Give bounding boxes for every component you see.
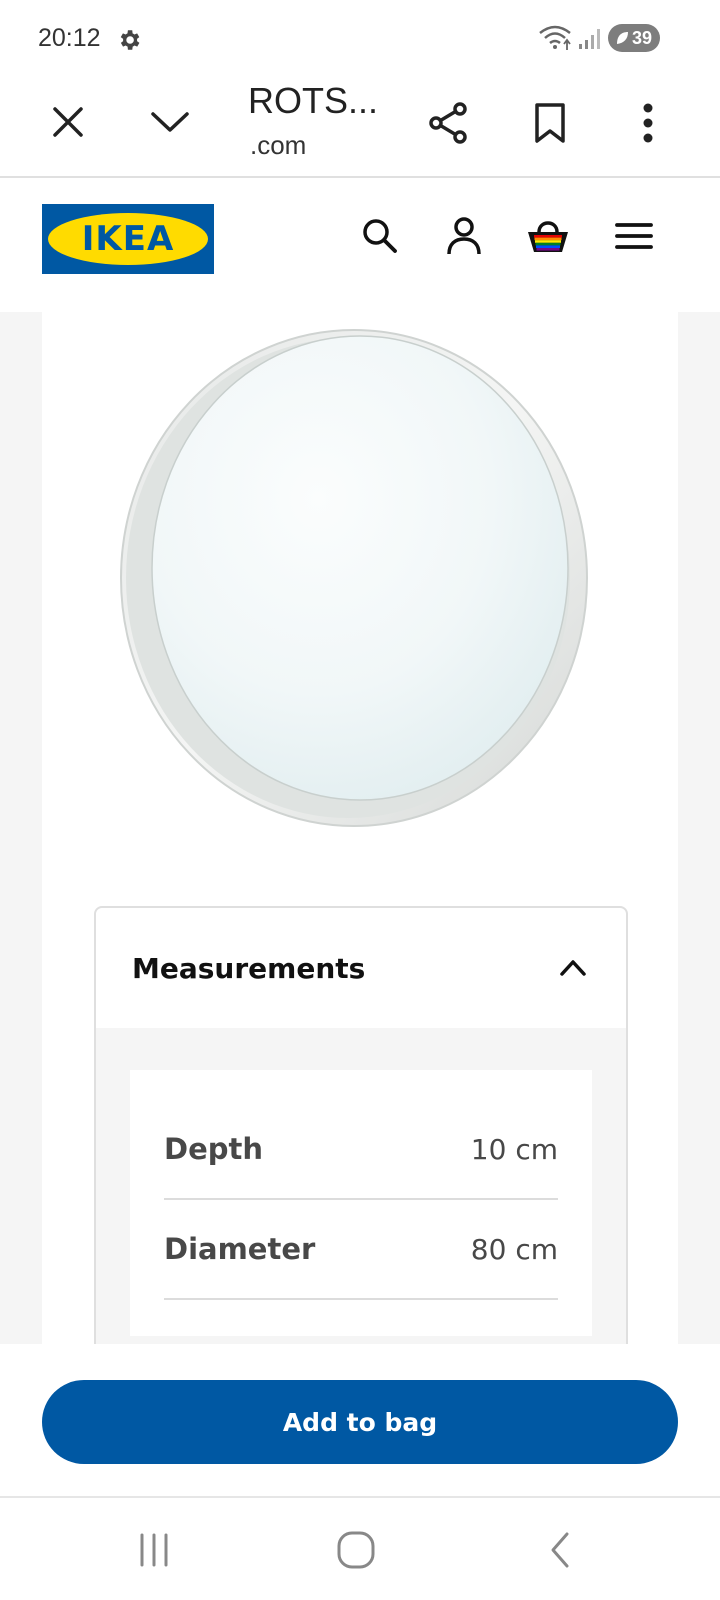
logo-text: IKEA	[81, 219, 175, 259]
bookmark-button[interactable]	[526, 98, 574, 148]
search-button[interactable]	[358, 214, 402, 258]
measurements-list: Depth 10 cm Diameter 80 cm	[130, 1070, 592, 1336]
home-button[interactable]	[326, 1522, 386, 1578]
measurements-header[interactable]: Measurements	[96, 908, 626, 1028]
profile-icon	[447, 217, 481, 255]
basket-icon	[528, 221, 568, 252]
back-button[interactable]	[530, 1522, 590, 1578]
depth-label: Depth	[164, 1132, 264, 1166]
page-title[interactable]: ROTS...	[248, 80, 378, 122]
battery-level: 39	[631, 27, 652, 48]
leaf-icon	[617, 32, 628, 44]
measurements-title: Measurements	[132, 951, 366, 985]
measurement-row-depth: Depth 10 cm	[164, 1100, 558, 1200]
recents-button[interactable]	[124, 1522, 184, 1578]
diameter-value: 80 cm	[470, 1232, 558, 1266]
add-to-bag-button[interactable]: Add to bag	[42, 1380, 678, 1464]
home-icon	[337, 1531, 375, 1569]
minimize-button[interactable]	[146, 98, 194, 146]
browser-toolbar: ROTS... .com	[0, 80, 720, 178]
recents-icon	[140, 1533, 168, 1567]
more-options-button[interactable]	[630, 98, 666, 148]
measurement-row-diameter: Diameter 80 cm	[164, 1200, 558, 1300]
system-navigation-bar	[0, 1500, 720, 1600]
signal-icon	[579, 29, 600, 49]
search-icon	[363, 219, 397, 253]
wifi-icon	[539, 25, 571, 50]
gear-icon	[120, 30, 140, 50]
depth-value: 10 cm	[470, 1132, 558, 1166]
measurements-panel: Measurements Depth 10 cm Diameter 80 cm	[94, 906, 628, 1366]
basket-button[interactable]	[526, 214, 570, 258]
status-time: 20:12	[38, 24, 101, 52]
measurements-body: Depth 10 cm Diameter 80 cm	[96, 1028, 626, 1364]
menu-button[interactable]	[612, 214, 656, 258]
status-bar: 20:12 39	[0, 0, 720, 80]
page-domain[interactable]: .com	[250, 130, 306, 161]
battery-icon: 39	[608, 24, 660, 52]
logo-oval: IKEA	[48, 213, 208, 265]
diameter-label: Diameter	[164, 1232, 316, 1266]
chevron-up-icon[interactable]	[558, 954, 588, 980]
site-header: IKEA	[0, 180, 720, 312]
share-button[interactable]	[424, 98, 474, 148]
status-icons: 39	[538, 24, 660, 52]
ikea-logo[interactable]: IKEA	[42, 204, 214, 274]
product-image[interactable]	[100, 316, 620, 856]
more-vertical-icon	[643, 103, 653, 143]
back-icon	[551, 1532, 569, 1568]
bottom-action-bar: Add to bag	[0, 1344, 720, 1498]
menu-icon	[615, 223, 653, 249]
close-icon	[53, 107, 83, 137]
bookmark-icon	[535, 103, 565, 143]
close-tab-button[interactable]	[44, 98, 92, 146]
share-icon	[429, 102, 467, 144]
chevron-down-icon	[151, 112, 189, 132]
profile-button[interactable]	[442, 214, 486, 258]
